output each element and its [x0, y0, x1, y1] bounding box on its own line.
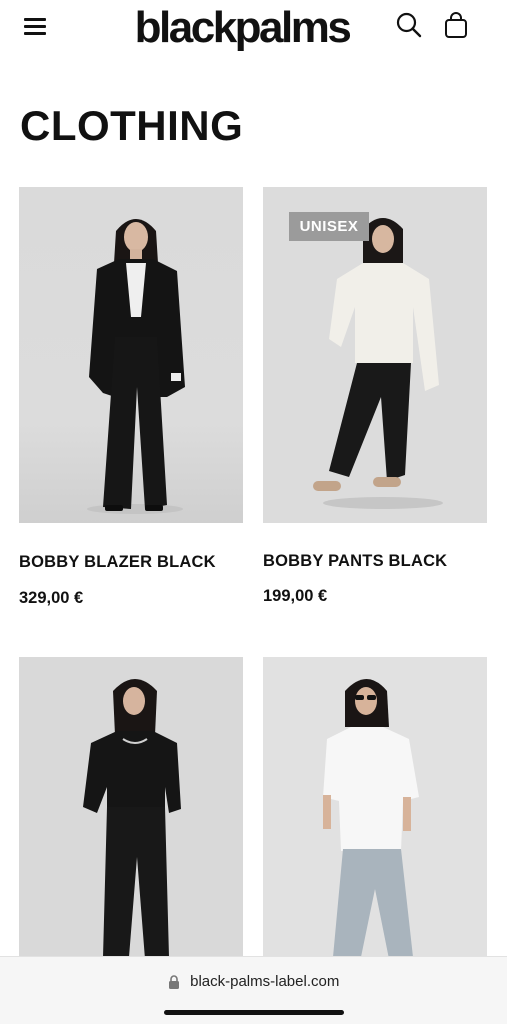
product-name[interactable]: BOBBY BLAZER BLACK — [19, 553, 216, 572]
product-card[interactable]: BOBBY BLAZER BLACK 329,00 € — [19, 187, 243, 617]
product-card[interactable]: UNISEX BOBBY PANTS BLACK 199,00 € — [263, 187, 487, 617]
page: blackpalms CLOTHING BOBBY BLAZER BLACK 3… — [0, 0, 507, 1024]
product-price: 329,00 € — [19, 589, 84, 607]
shopping-bag-icon[interactable] — [441, 10, 471, 40]
hamburger-menu-icon[interactable] — [22, 14, 48, 38]
product-name[interactable]: BOBBY PANTS BLACK — [263, 552, 447, 571]
search-icon[interactable] — [394, 10, 424, 40]
site-header: blackpalms — [0, 0, 507, 64]
browser-bottom-bar: black-palms-label.com — [0, 956, 507, 1024]
brand-logo[interactable]: blackpalms — [124, 0, 360, 56]
product-image[interactable] — [19, 657, 243, 993]
lock-icon — [168, 975, 180, 989]
product-image[interactable] — [263, 657, 487, 993]
product-price: 199,00 € — [263, 587, 328, 605]
product-image[interactable] — [19, 187, 243, 523]
product-badge: UNISEX — [289, 212, 369, 241]
product-image[interactable]: UNISEX — [263, 187, 487, 523]
page-title: CLOTHING — [20, 102, 244, 149]
home-indicator[interactable] — [164, 1010, 344, 1015]
url-text[interactable]: black-palms-label.com — [190, 973, 339, 990]
product-card[interactable] — [263, 657, 487, 993]
address-bar[interactable]: black-palms-label.com — [0, 973, 507, 995]
product-card[interactable] — [19, 657, 243, 993]
